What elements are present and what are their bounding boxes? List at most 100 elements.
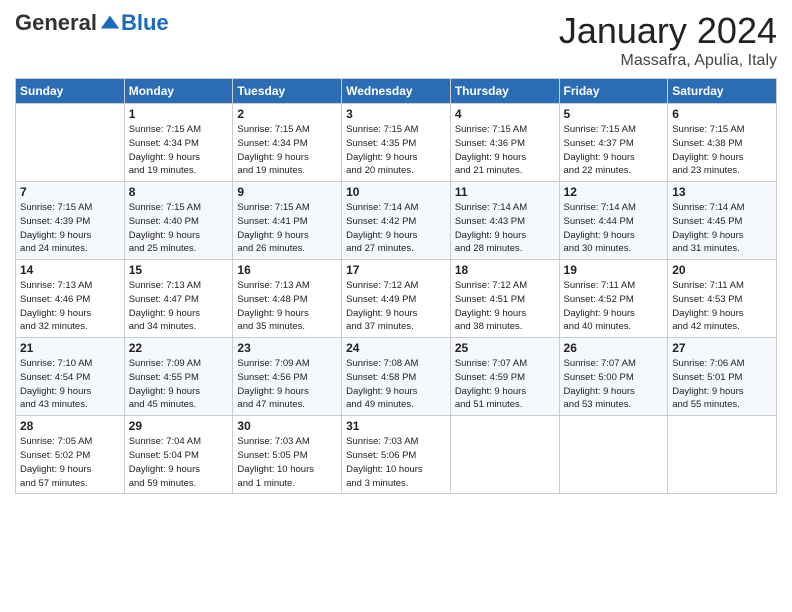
day-info: Sunrise: 7:13 AM Sunset: 4:46 PM Dayligh… [20,279,120,334]
day-info: Sunrise: 7:15 AM Sunset: 4:34 PM Dayligh… [129,123,229,178]
calendar-cell: 20Sunrise: 7:11 AM Sunset: 4:53 PM Dayli… [668,260,777,338]
header-day-tuesday: Tuesday [233,79,342,104]
calendar-cell: 8 Sunrise: 7:15 AM Sunset: 4:40 PM Daylig… [124,182,233,260]
calendar-cell: 28 Sunrise: 7:05 AM Sunset: 5:02 PM Dayli… [16,416,125,494]
day-number: 16 [237,263,337,277]
day-info: Sunrise: 7:15 AM Sunset: 4:37 PM Dayligh… [564,123,664,178]
header-day-thursday: Thursday [450,79,559,104]
day-number: 7 [20,185,120,199]
day-info: Sunrise: 7:15 AM Sunset: 4:40 PM Dayligh… [129,201,229,256]
day-number: 6 [672,107,772,121]
calendar-cell: 14Sunrise: 7:13 AM Sunset: 4:46 PM Dayli… [16,260,125,338]
main-container: General Blue January 2024 Massafra, Apul… [0,0,792,504]
day-info: Sunrise: 7:11 AM Sunset: 4:52 PM Dayligh… [564,279,664,334]
calendar-week-row: 21Sunrise: 7:10 AM Sunset: 4:54 PM Dayli… [16,338,777,416]
day-number: 10 [346,185,446,199]
calendar-cell: 12Sunrise: 7:14 AM Sunset: 4:44 PM Dayli… [559,182,668,260]
calendar-cell: 11 Sunrise: 7:14 AM Sunset: 4:43 PM Dayli… [450,182,559,260]
day-info: Sunrise: 7:13 AM Sunset: 4:48 PM Dayligh… [237,279,337,334]
header-day-monday: Monday [124,79,233,104]
logo-icon [99,12,121,34]
day-info: Sunrise: 7:09 AM Sunset: 4:56 PM Dayligh… [237,357,337,412]
day-number: 17 [346,263,446,277]
calendar-cell: 21Sunrise: 7:10 AM Sunset: 4:54 PM Dayli… [16,338,125,416]
calendar-cell: 23 Sunrise: 7:09 AM Sunset: 4:56 PM Dayli… [233,338,342,416]
calendar-cell: 3Sunrise: 7:15 AM Sunset: 4:35 PM Daylig… [342,104,451,182]
logo-general-text: General [15,10,97,36]
calendar-cell: 31 Sunrise: 7:03 AM Sunset: 5:06 PM Dayli… [342,416,451,494]
calendar-cell: 29 Sunrise: 7:04 AM Sunset: 5:04 PM Dayli… [124,416,233,494]
day-number: 26 [564,341,664,355]
day-info: Sunrise: 7:14 AM Sunset: 4:42 PM Dayligh… [346,201,446,256]
day-number: 4 [455,107,555,121]
calendar-cell [450,416,559,494]
day-number: 28 [20,419,120,433]
calendar-week-row: 28 Sunrise: 7:05 AM Sunset: 5:02 PM Dayli… [16,416,777,494]
month-title: January 2024 [559,10,777,52]
calendar-cell: 5 Sunrise: 7:15 AM Sunset: 4:37 PM Daylig… [559,104,668,182]
day-number: 2 [237,107,337,121]
day-number: 31 [346,419,446,433]
calendar-week-row: 14Sunrise: 7:13 AM Sunset: 4:46 PM Dayli… [16,260,777,338]
header-day-saturday: Saturday [668,79,777,104]
day-info: Sunrise: 7:14 AM Sunset: 4:45 PM Dayligh… [672,201,772,256]
day-info: Sunrise: 7:06 AM Sunset: 5:01 PM Dayligh… [672,357,772,412]
calendar-cell: 15 Sunrise: 7:13 AM Sunset: 4:47 PM Dayli… [124,260,233,338]
day-info: Sunrise: 7:08 AM Sunset: 4:58 PM Dayligh… [346,357,446,412]
calendar-cell [668,416,777,494]
day-info: Sunrise: 7:03 AM Sunset: 5:05 PM Dayligh… [237,435,337,490]
calendar-week-row: 7 Sunrise: 7:15 AM Sunset: 4:39 PM Daylig… [16,182,777,260]
day-number: 5 [564,107,664,121]
day-number: 11 [455,185,555,199]
day-number: 9 [237,185,337,199]
day-info: Sunrise: 7:13 AM Sunset: 4:47 PM Dayligh… [129,279,229,334]
day-info: Sunrise: 7:10 AM Sunset: 4:54 PM Dayligh… [20,357,120,412]
day-info: Sunrise: 7:15 AM Sunset: 4:34 PM Dayligh… [237,123,337,178]
logo: General Blue [15,10,169,36]
day-number: 18 [455,263,555,277]
header-day-sunday: Sunday [16,79,125,104]
day-info: Sunrise: 7:12 AM Sunset: 4:49 PM Dayligh… [346,279,446,334]
header-day-wednesday: Wednesday [342,79,451,104]
day-number: 29 [129,419,229,433]
day-info: Sunrise: 7:04 AM Sunset: 5:04 PM Dayligh… [129,435,229,490]
calendar-table: SundayMondayTuesdayWednesdayThursdayFrid… [15,78,777,494]
day-info: Sunrise: 7:07 AM Sunset: 5:00 PM Dayligh… [564,357,664,412]
day-info: Sunrise: 7:15 AM Sunset: 4:39 PM Dayligh… [20,201,120,256]
day-info: Sunrise: 7:14 AM Sunset: 4:44 PM Dayligh… [564,201,664,256]
header: General Blue January 2024 Massafra, Apul… [15,10,777,70]
calendar-cell: 27 Sunrise: 7:06 AM Sunset: 5:01 PM Dayli… [668,338,777,416]
calendar-cell: 6 Sunrise: 7:15 AM Sunset: 4:38 PM Daylig… [668,104,777,182]
calendar-cell: 18Sunrise: 7:12 AM Sunset: 4:51 PM Dayli… [450,260,559,338]
day-info: Sunrise: 7:03 AM Sunset: 5:06 PM Dayligh… [346,435,446,490]
day-number: 25 [455,341,555,355]
day-info: Sunrise: 7:09 AM Sunset: 4:55 PM Dayligh… [129,357,229,412]
day-info: Sunrise: 7:15 AM Sunset: 4:38 PM Dayligh… [672,123,772,178]
calendar-cell: 19 Sunrise: 7:11 AM Sunset: 4:52 PM Dayli… [559,260,668,338]
day-number: 27 [672,341,772,355]
day-number: 1 [129,107,229,121]
calendar-cell: 7 Sunrise: 7:15 AM Sunset: 4:39 PM Daylig… [16,182,125,260]
day-info: Sunrise: 7:07 AM Sunset: 4:59 PM Dayligh… [455,357,555,412]
calendar-cell [16,104,125,182]
calendar-week-row: 1 Sunrise: 7:15 AM Sunset: 4:34 PM Daylig… [16,104,777,182]
calendar-cell: 4 Sunrise: 7:15 AM Sunset: 4:36 PM Daylig… [450,104,559,182]
calendar-header-row: SundayMondayTuesdayWednesdayThursdayFrid… [16,79,777,104]
day-number: 13 [672,185,772,199]
header-day-friday: Friday [559,79,668,104]
logo-blue-text: Blue [121,10,169,36]
calendar-cell [559,416,668,494]
day-info: Sunrise: 7:15 AM Sunset: 4:35 PM Dayligh… [346,123,446,178]
day-number: 23 [237,341,337,355]
calendar-cell: 9Sunrise: 7:15 AM Sunset: 4:41 PM Daylig… [233,182,342,260]
day-info: Sunrise: 7:05 AM Sunset: 5:02 PM Dayligh… [20,435,120,490]
title-block: January 2024 Massafra, Apulia, Italy [559,10,777,70]
calendar-cell: 13 Sunrise: 7:14 AM Sunset: 4:45 PM Dayli… [668,182,777,260]
day-info: Sunrise: 7:14 AM Sunset: 4:43 PM Dayligh… [455,201,555,256]
day-number: 8 [129,185,229,199]
location: Massafra, Apulia, Italy [559,52,777,70]
calendar-cell: 25 Sunrise: 7:07 AM Sunset: 4:59 PM Dayli… [450,338,559,416]
day-number: 19 [564,263,664,277]
day-number: 15 [129,263,229,277]
day-info: Sunrise: 7:15 AM Sunset: 4:36 PM Dayligh… [455,123,555,178]
